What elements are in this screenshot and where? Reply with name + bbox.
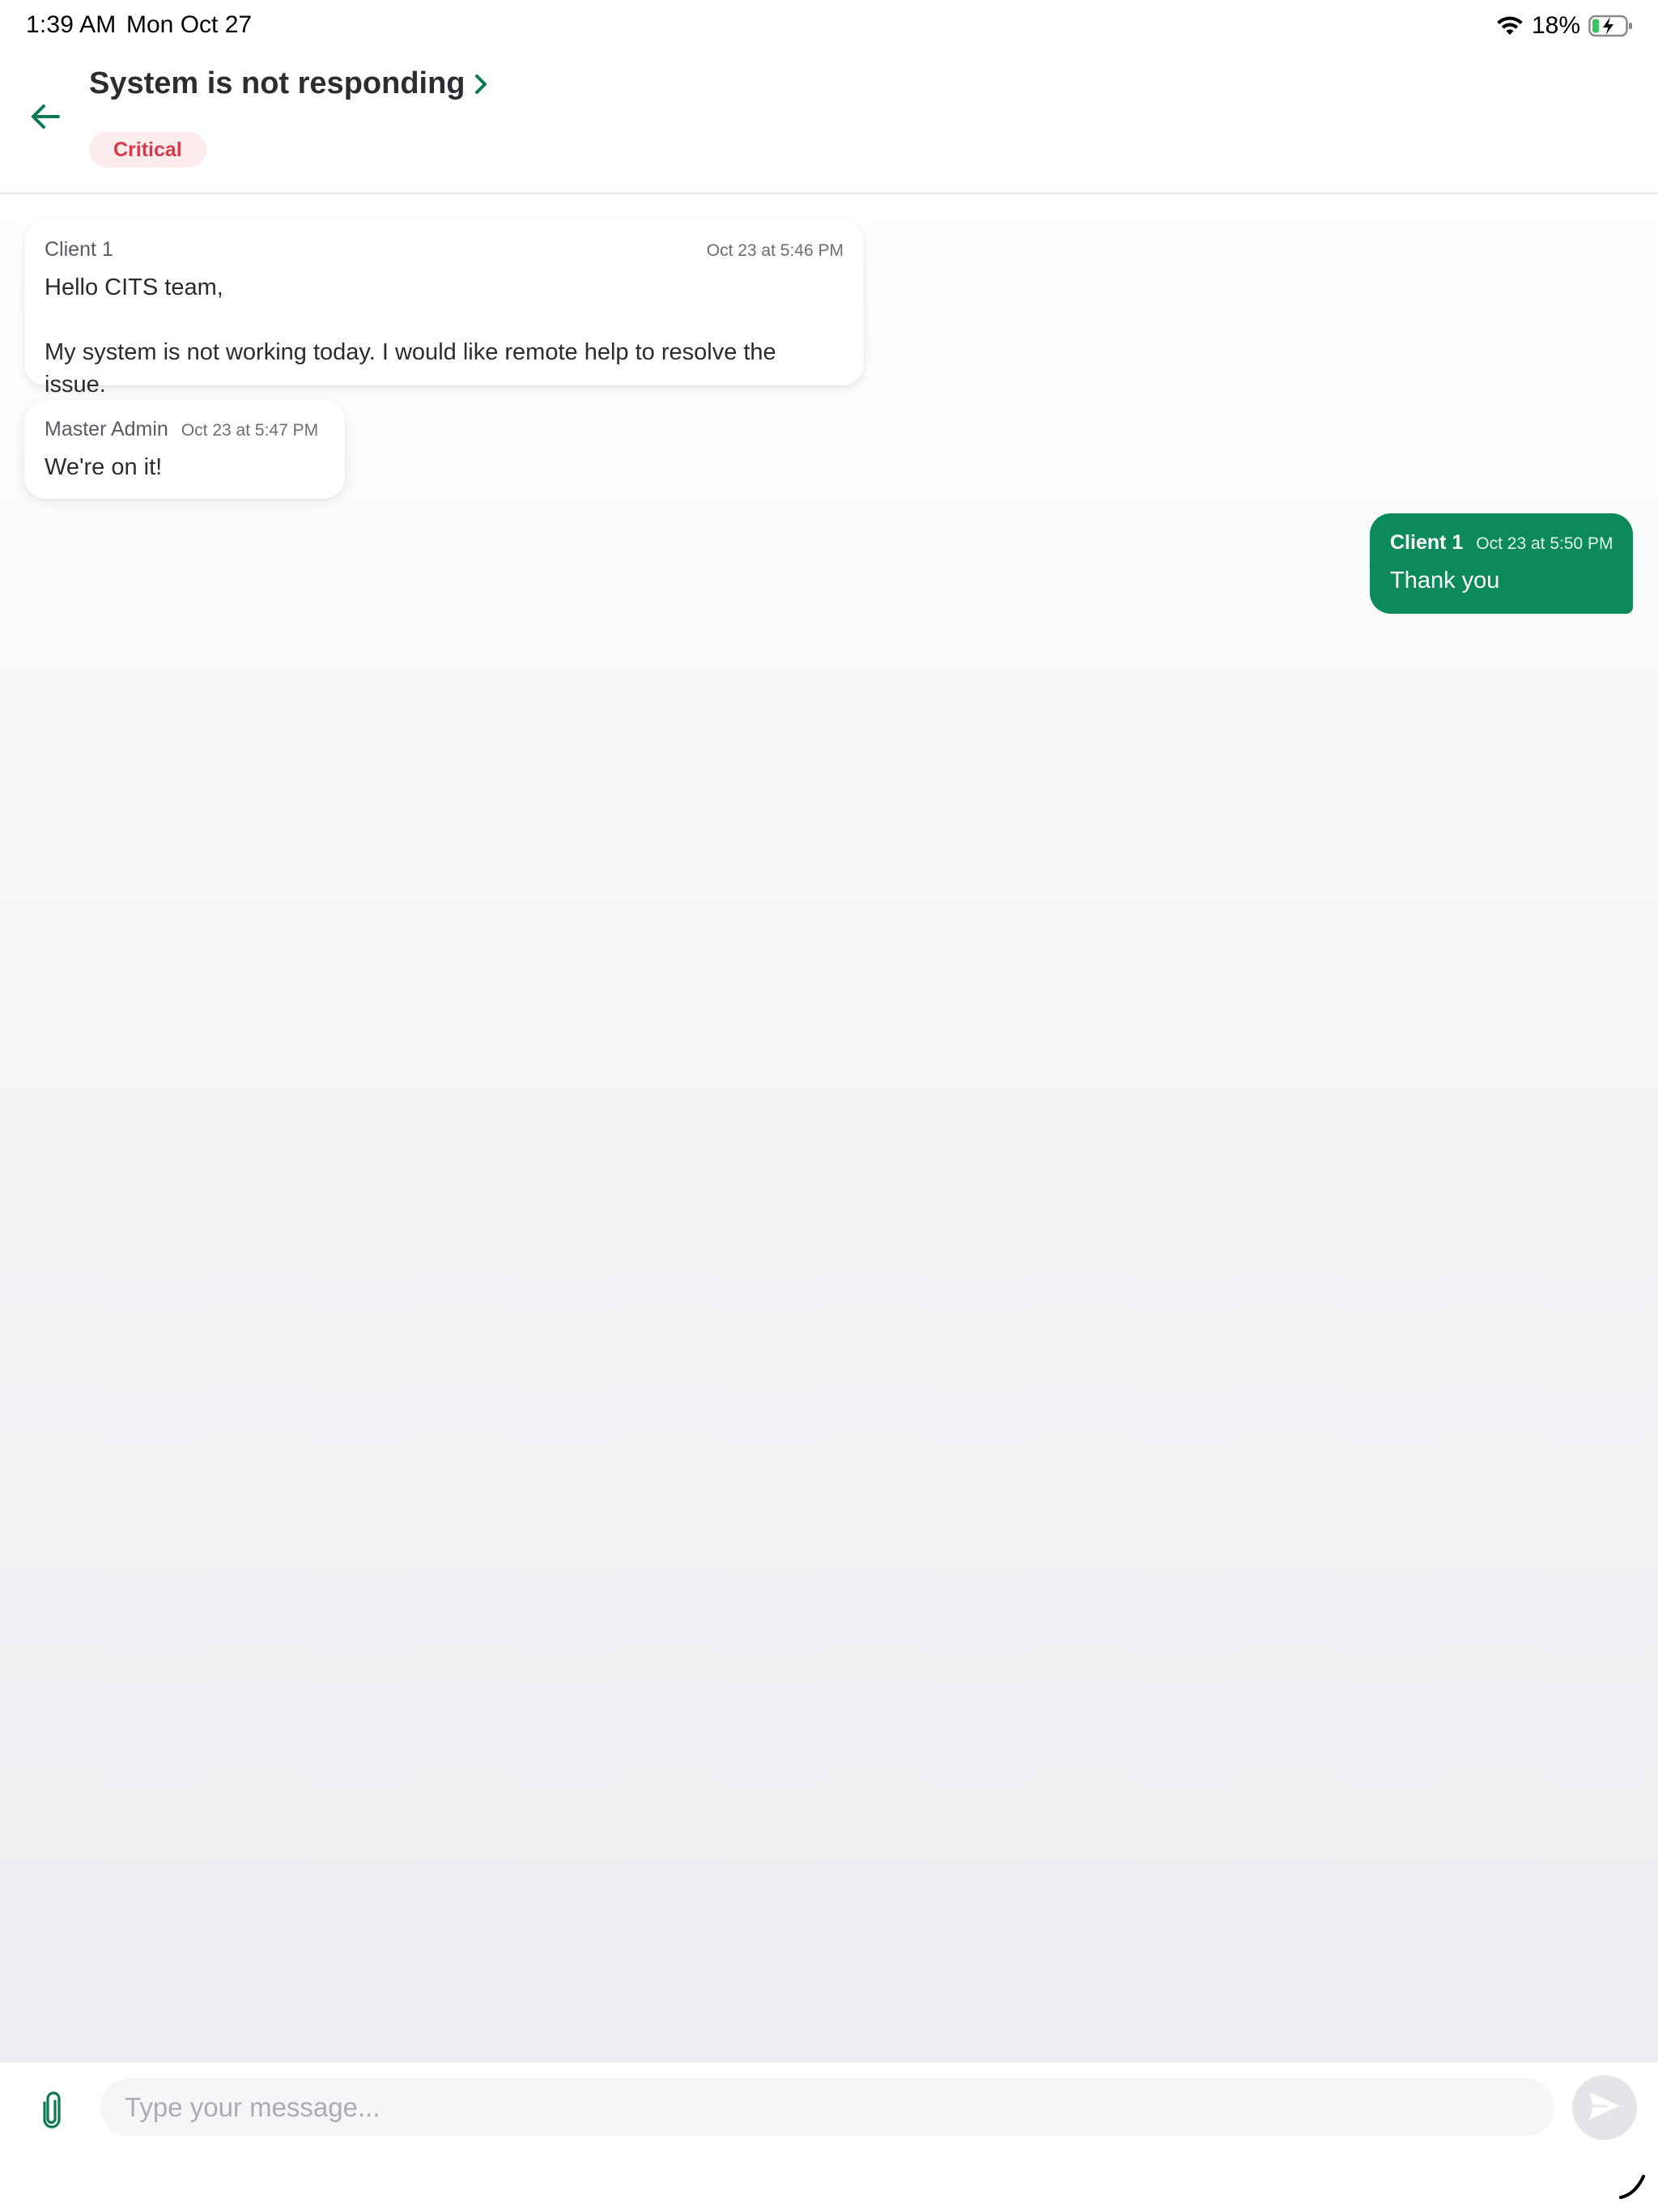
message-meta: Client 1 Oct 23 at 5:46 PM [45, 238, 844, 262]
message-sender: Client 1 [1390, 531, 1464, 554]
ticket-header: System is not responding Critical [0, 52, 1658, 194]
message-timestamp: Oct 23 at 5:47 PM [181, 421, 319, 440]
message-meta: Master Admin Oct 23 at 5:47 PM [45, 418, 325, 441]
attach-button[interactable] [29, 2087, 74, 2138]
message-bubble: Client 1 Oct 23 at 5:46 PM Hello CITS te… [24, 220, 864, 398]
ticket-details-button[interactable] [466, 70, 495, 102]
message-bubble: Master Admin Oct 23 at 5:47 PM We're on … [24, 400, 345, 499]
arrow-left-icon [29, 102, 62, 135]
status-time: 1:39 AM [26, 11, 117, 38]
message-composer [0, 2061, 1658, 2212]
back-button[interactable] [23, 96, 68, 141]
message-sender: Client 1 [45, 238, 113, 261]
message-list[interactable]: Client 1 Oct 23 at 5:46 PM Hello CITS te… [0, 194, 1658, 2061]
send-button[interactable] [1572, 2075, 1637, 2140]
status-date: Mon Oct 27 [126, 11, 253, 38]
status-indicators: 18% [1496, 11, 1634, 40]
message-text: Thank you [1390, 568, 1500, 593]
wifi-icon [1496, 15, 1524, 36]
battery-percent: 18% [1531, 12, 1580, 39]
resize-grip-icon [1616, 2170, 1648, 2202]
message-text: Hello CITS team, My system is not workin… [45, 274, 776, 398]
status-bar: 1:39 AM Mon Oct 27 18% [0, 0, 1658, 52]
message-sender: Master Admin [45, 418, 168, 440]
message-input[interactable] [100, 2078, 1554, 2137]
priority-badge: Critical [89, 132, 206, 168]
message-timestamp: Oct 23 at 5:50 PM [1476, 534, 1613, 553]
battery-charging-icon [1588, 15, 1634, 37]
paperclip-icon [40, 2091, 63, 2134]
chevron-right-icon [473, 72, 489, 100]
page-title: System is not responding [89, 66, 466, 100]
message-bubble-outgoing: Client 1 Oct 23 at 5:50 PM Thank you [1370, 513, 1633, 614]
message-timestamp: Oct 23 at 5:46 PM [706, 241, 844, 260]
message-meta: Client 1 Oct 23 at 5:50 PM [1390, 531, 1613, 555]
send-icon [1587, 2090, 1622, 2126]
message-text: We're on it! [45, 454, 163, 480]
